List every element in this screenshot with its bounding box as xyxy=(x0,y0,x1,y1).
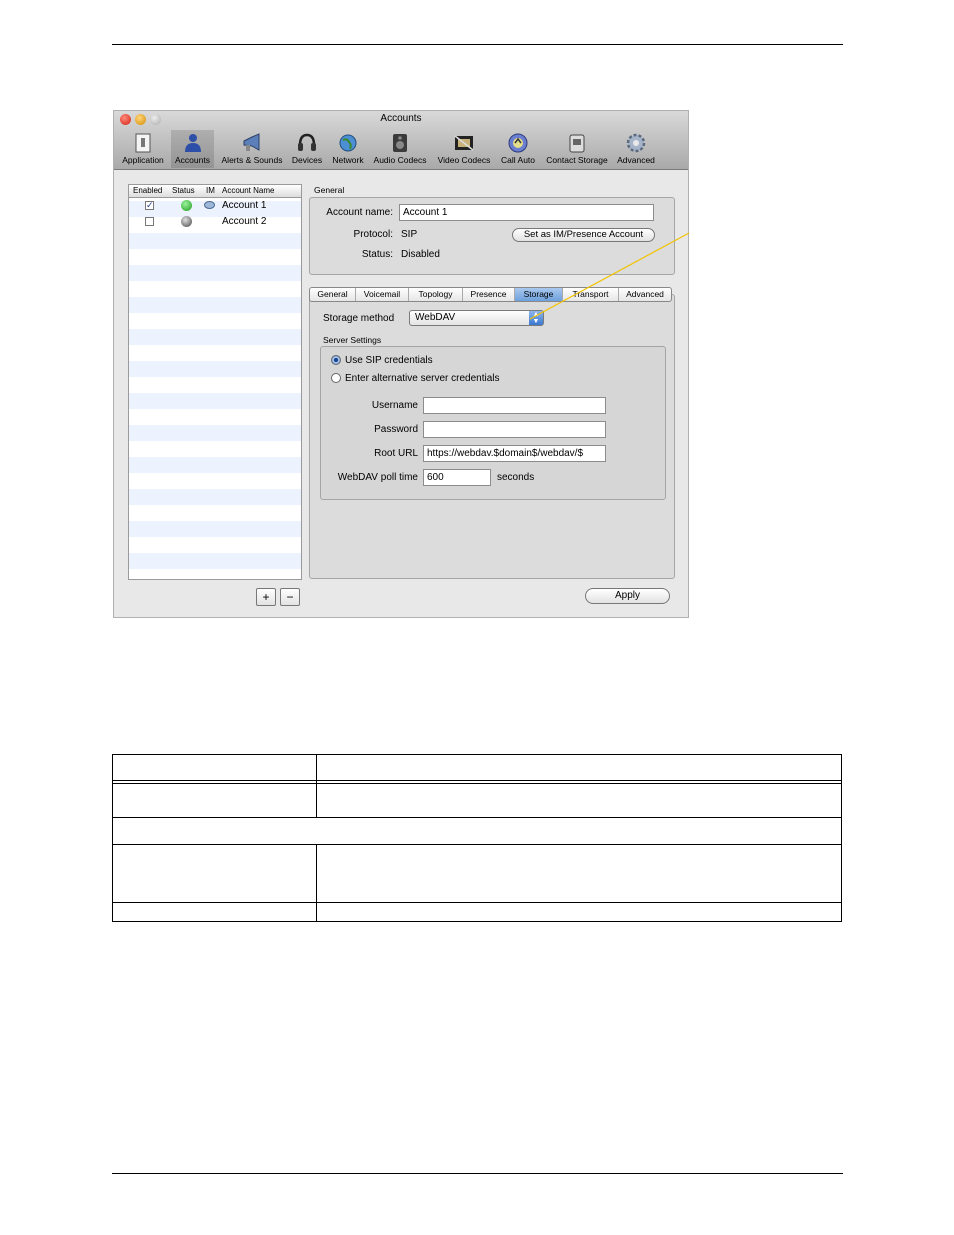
table-row-divider xyxy=(113,780,841,781)
table-row-divider xyxy=(113,783,841,784)
table-row-divider xyxy=(113,844,841,845)
footer-rule xyxy=(112,1173,843,1174)
table-row-divider xyxy=(113,817,841,818)
table-row-divider xyxy=(113,902,841,903)
settings-table xyxy=(112,754,842,922)
callout-line xyxy=(529,232,690,320)
table-col-divider xyxy=(316,755,317,817)
table-col-divider xyxy=(316,844,317,922)
